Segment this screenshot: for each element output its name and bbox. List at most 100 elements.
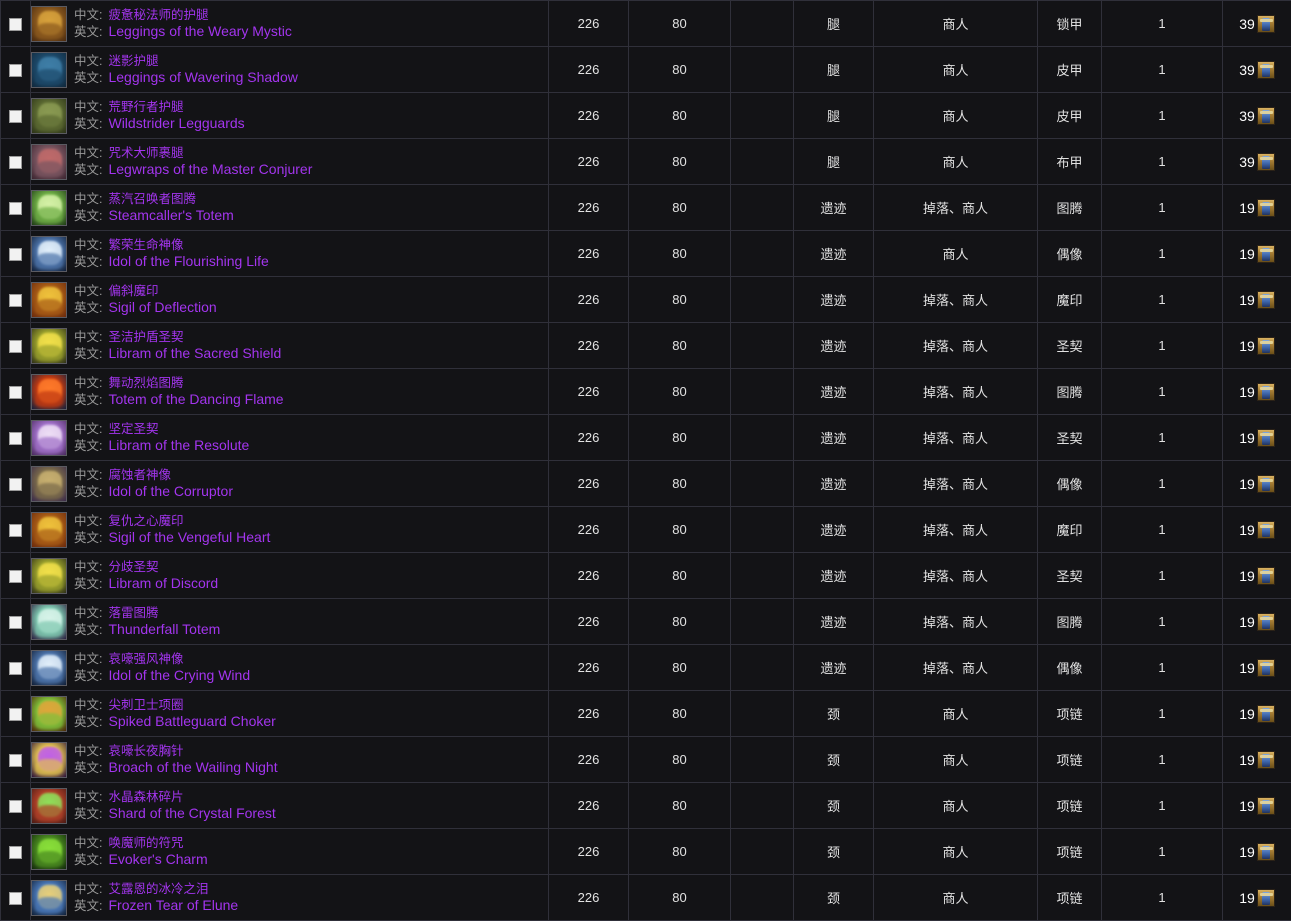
row-checkbox[interactable] bbox=[9, 892, 22, 905]
item-name-en[interactable]: Wildstrider Legguards bbox=[108, 115, 244, 132]
table-row[interactable]: 中文:繁荣生命神像英文:Idol of the Flourishing Life… bbox=[1, 231, 1291, 277]
item-name-en[interactable]: Libram of Discord bbox=[108, 575, 218, 592]
item-name-cn[interactable]: 蒸汽召唤者图腾 bbox=[108, 192, 196, 207]
emblem-token-icon[interactable] bbox=[1257, 797, 1275, 815]
emblem-token-icon[interactable] bbox=[1257, 843, 1275, 861]
item-name-cn[interactable]: 哀嚎长夜胸针 bbox=[108, 744, 183, 759]
item-name-cell[interactable]: 中文:坚定圣契英文:Libram of the Resolute bbox=[31, 415, 549, 461]
item-name-cn[interactable]: 分歧圣契 bbox=[108, 560, 158, 575]
item-name-cn[interactable]: 咒术大师裹腿 bbox=[108, 146, 183, 161]
emblem-token-icon[interactable] bbox=[1257, 705, 1275, 723]
item-name-cn[interactable]: 落雷图腾 bbox=[108, 606, 158, 621]
item-name-cn[interactable]: 繁荣生命神像 bbox=[108, 238, 183, 253]
item-name-cn[interactable]: 迷影护腿 bbox=[108, 54, 158, 69]
item-name-en[interactable]: Steamcaller's Totem bbox=[108, 207, 233, 224]
item-name-cn[interactable]: 哀嚎强风神像 bbox=[108, 652, 183, 667]
emblem-token-icon[interactable] bbox=[1257, 889, 1275, 907]
row-checkbox-cell[interactable] bbox=[1, 783, 31, 829]
row-checkbox[interactable] bbox=[9, 18, 22, 31]
item-name-en[interactable]: Leggings of Wavering Shadow bbox=[108, 69, 297, 86]
row-checkbox[interactable] bbox=[9, 340, 22, 353]
emblem-token-icon[interactable] bbox=[1257, 245, 1275, 263]
emblem-token-icon[interactable] bbox=[1257, 659, 1275, 677]
item-name-en[interactable]: Thunderfall Totem bbox=[108, 621, 220, 638]
row-checkbox-cell[interactable] bbox=[1, 645, 31, 691]
item-name-cell[interactable]: 中文:尖刺卫士项圈英文:Spiked Battleguard Choker bbox=[31, 691, 549, 737]
row-checkbox-cell[interactable] bbox=[1, 139, 31, 185]
table-row[interactable]: 中文:舞动烈焰图腾英文:Totem of the Dancing Flame22… bbox=[1, 369, 1291, 415]
row-checkbox[interactable] bbox=[9, 110, 22, 123]
item-name-en[interactable]: Libram of the Sacred Shield bbox=[108, 345, 281, 362]
row-checkbox-cell[interactable] bbox=[1, 93, 31, 139]
table-row[interactable]: 中文:落雷图腾英文:Thunderfall Totem22680遗迹掉落、商人图… bbox=[1, 599, 1291, 645]
table-row[interactable]: 中文:迷影护腿英文:Leggings of Wavering Shadow226… bbox=[1, 47, 1291, 93]
row-checkbox[interactable] bbox=[9, 386, 22, 399]
table-row[interactable]: 中文:荒野行者护腿英文:Wildstrider Legguards22680腿商… bbox=[1, 93, 1291, 139]
row-checkbox[interactable] bbox=[9, 64, 22, 77]
item-name-en[interactable]: Shard of the Crystal Forest bbox=[108, 805, 275, 822]
row-checkbox[interactable] bbox=[9, 156, 22, 169]
row-checkbox[interactable] bbox=[9, 708, 22, 721]
row-checkbox-cell[interactable] bbox=[1, 369, 31, 415]
item-name-cn[interactable]: 疲惫秘法师的护腿 bbox=[108, 8, 208, 23]
emblem-token-icon[interactable] bbox=[1257, 613, 1275, 631]
item-name-cell[interactable]: 中文:蒸汽召唤者图腾英文:Steamcaller's Totem bbox=[31, 185, 549, 231]
emblem-token-icon[interactable] bbox=[1257, 521, 1275, 539]
item-name-en[interactable]: Idol of the Corruptor bbox=[108, 483, 233, 500]
item-name-cell[interactable]: 中文:繁荣生命神像英文:Idol of the Flourishing Life bbox=[31, 231, 549, 277]
table-row[interactable]: 中文:复仇之心魔印英文:Sigil of the Vengeful Heart2… bbox=[1, 507, 1291, 553]
emblem-token-icon[interactable] bbox=[1257, 383, 1275, 401]
item-name-cell[interactable]: 中文:荒野行者护腿英文:Wildstrider Legguards bbox=[31, 93, 549, 139]
row-checkbox-cell[interactable] bbox=[1, 47, 31, 93]
row-checkbox[interactable] bbox=[9, 616, 22, 629]
row-checkbox[interactable] bbox=[9, 248, 22, 261]
emblem-token-icon[interactable] bbox=[1257, 567, 1275, 585]
item-name-cell[interactable]: 中文:艾露恩的冰冷之泪英文:Frozen Tear of Elune bbox=[31, 875, 549, 921]
item-name-cn[interactable]: 复仇之心魔印 bbox=[108, 514, 183, 529]
emblem-token-icon[interactable] bbox=[1257, 337, 1275, 355]
row-checkbox-cell[interactable] bbox=[1, 691, 31, 737]
item-name-en[interactable]: Evoker's Charm bbox=[108, 851, 207, 868]
item-name-cn[interactable]: 唤魔师的符咒 bbox=[108, 836, 183, 851]
table-row[interactable]: 中文:哀嚎强风神像英文:Idol of the Crying Wind22680… bbox=[1, 645, 1291, 691]
emblem-token-icon[interactable] bbox=[1257, 15, 1275, 33]
table-row[interactable]: 中文:蒸汽召唤者图腾英文:Steamcaller's Totem22680遗迹掉… bbox=[1, 185, 1291, 231]
row-checkbox-cell[interactable] bbox=[1, 875, 31, 921]
row-checkbox-cell[interactable] bbox=[1, 461, 31, 507]
item-name-en[interactable]: Libram of the Resolute bbox=[108, 437, 249, 454]
item-name-cn[interactable]: 尖刺卫士项圈 bbox=[108, 698, 183, 713]
item-name-en[interactable]: Spiked Battleguard Choker bbox=[108, 713, 275, 730]
emblem-token-icon[interactable] bbox=[1257, 429, 1275, 447]
item-name-cn[interactable]: 偏斜魔印 bbox=[108, 284, 158, 299]
emblem-token-icon[interactable] bbox=[1257, 61, 1275, 79]
item-name-en[interactable]: Leggings of the Weary Mystic bbox=[108, 23, 291, 40]
row-checkbox-cell[interactable] bbox=[1, 553, 31, 599]
item-name-en[interactable]: Legwraps of the Master Conjurer bbox=[108, 161, 312, 178]
emblem-token-icon[interactable] bbox=[1257, 291, 1275, 309]
table-row[interactable]: 中文:坚定圣契英文:Libram of the Resolute22680遗迹掉… bbox=[1, 415, 1291, 461]
row-checkbox-cell[interactable] bbox=[1, 1, 31, 47]
row-checkbox[interactable] bbox=[9, 294, 22, 307]
item-name-cell[interactable]: 中文:分歧圣契英文:Libram of Discord bbox=[31, 553, 549, 599]
item-name-cell[interactable]: 中文:疲惫秘法师的护腿英文:Leggings of the Weary Myst… bbox=[31, 1, 549, 47]
item-name-cell[interactable]: 中文:迷影护腿英文:Leggings of Wavering Shadow bbox=[31, 47, 549, 93]
table-row[interactable]: 中文:唤魔师的符咒英文:Evoker's Charm22680颈商人项链119 bbox=[1, 829, 1291, 875]
row-checkbox[interactable] bbox=[9, 570, 22, 583]
row-checkbox-cell[interactable] bbox=[1, 323, 31, 369]
item-name-cell[interactable]: 中文:偏斜魔印英文:Sigil of Deflection bbox=[31, 277, 549, 323]
item-name-en[interactable]: Broach of the Wailing Night bbox=[108, 759, 277, 776]
row-checkbox[interactable] bbox=[9, 846, 22, 859]
table-row[interactable]: 中文:腐蚀者神像英文:Idol of the Corruptor22680遗迹掉… bbox=[1, 461, 1291, 507]
row-checkbox-cell[interactable] bbox=[1, 737, 31, 783]
item-name-cell[interactable]: 中文:唤魔师的符咒英文:Evoker's Charm bbox=[31, 829, 549, 875]
item-name-cell[interactable]: 中文:水晶森林碎片英文:Shard of the Crystal Forest bbox=[31, 783, 549, 829]
item-name-cn[interactable]: 水晶森林碎片 bbox=[108, 790, 183, 805]
item-name-en[interactable]: Frozen Tear of Elune bbox=[108, 897, 238, 914]
item-name-cn[interactable]: 坚定圣契 bbox=[108, 422, 158, 437]
row-checkbox[interactable] bbox=[9, 202, 22, 215]
item-name-cell[interactable]: 中文:腐蚀者神像英文:Idol of the Corruptor bbox=[31, 461, 549, 507]
table-row[interactable]: 中文:偏斜魔印英文:Sigil of Deflection22680遗迹掉落、商… bbox=[1, 277, 1291, 323]
row-checkbox[interactable] bbox=[9, 524, 22, 537]
row-checkbox[interactable] bbox=[9, 432, 22, 445]
emblem-token-icon[interactable] bbox=[1257, 153, 1275, 171]
